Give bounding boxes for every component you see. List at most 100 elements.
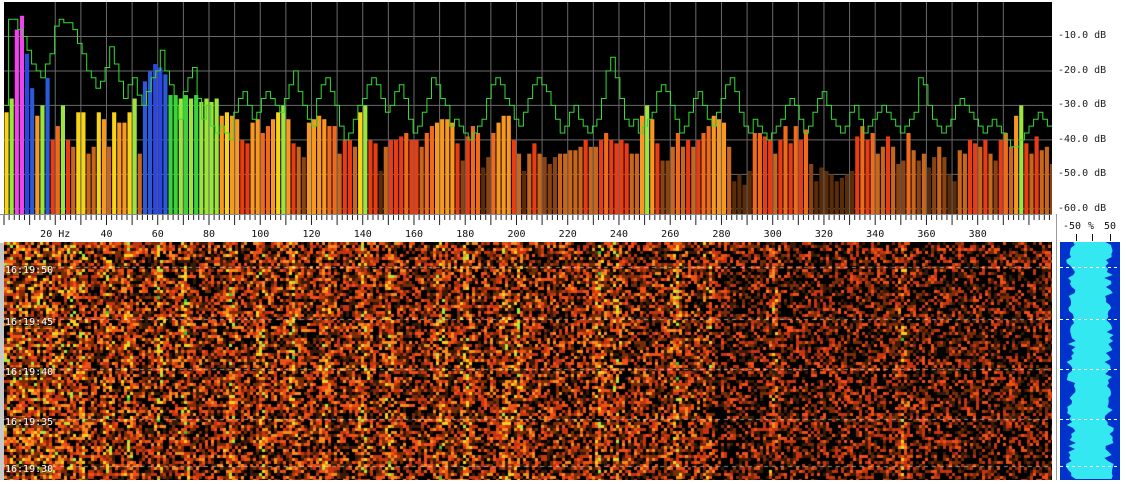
spectrum-bar: [286, 119, 291, 214]
spectrum-bar: [696, 139, 701, 214]
spectrum-bar: [583, 139, 588, 214]
spectrum-bar: [424, 132, 429, 214]
spectrum-bar: [721, 122, 727, 214]
spectrum-bar: [527, 153, 532, 214]
spectrum-bar: [373, 143, 378, 214]
spectrum-bar: [675, 132, 680, 214]
spectrum-bar: [926, 167, 932, 214]
frequency-ticks: [3, 215, 1050, 225]
spectrum-bar: [747, 170, 752, 214]
spectrum-bar: [347, 139, 352, 214]
spectrum-bar: [1044, 146, 1049, 214]
spectrum-bar: [19, 15, 24, 214]
spectrum-bar: [404, 132, 409, 214]
freq-label: 140: [353, 229, 372, 240]
spectrum-bar: [998, 139, 1003, 214]
level-min-label: -50: [1063, 221, 1082, 232]
spectrum-bar: [855, 136, 860, 214]
spectrum-bar: [450, 122, 455, 214]
spectrum-bar: [588, 146, 593, 214]
freq-label: 60: [151, 229, 164, 240]
spectrum-bar: [127, 112, 132, 214]
spectrum-bar: [158, 67, 163, 214]
spectrum-bar: [178, 98, 183, 214]
spectrum-bar: [50, 139, 55, 214]
spectrum-bar: [240, 139, 245, 214]
db-label: -10.0 dB: [1058, 30, 1107, 42]
spectrum-bar: [773, 153, 778, 214]
spectrum-bar: [342, 139, 347, 214]
spectrum-bar: [639, 115, 645, 214]
spectrum-bar: [455, 143, 460, 214]
frequency-ruler[interactable]: 20 Hz 40 60 80 100 120 140 160 180 200 2…: [0, 214, 1052, 243]
spectrum-bar: [814, 181, 819, 214]
spectrum-bar: [624, 143, 629, 214]
spectrum-bar: [988, 153, 993, 214]
spectrum-bar: [768, 139, 773, 214]
spectrum-bar: [486, 157, 491, 214]
spectrum-bar: [716, 119, 721, 214]
spectrum-bar: [1003, 132, 1008, 214]
spectrum-bar: [609, 139, 614, 214]
spectrum-bar: [332, 126, 337, 214]
spectrum-bar: [276, 112, 281, 214]
spectrum-bar: [1019, 105, 1024, 214]
spectrum-bar: [593, 146, 598, 214]
spectrum-bar: [619, 139, 624, 214]
level-meter-trace: [1060, 242, 1120, 479]
spectrum-bar: [803, 129, 809, 214]
freq-label: 200: [507, 229, 526, 240]
spectrum-bar: [501, 115, 506, 214]
level-unit-label: %: [1088, 221, 1095, 232]
spectrum-bar: [537, 153, 542, 214]
spectrum-bar: [322, 119, 327, 214]
spectrum-bar: [978, 146, 983, 214]
waterfall-spectrogram[interactable]: [4, 242, 1052, 480]
spectrum-bar: [388, 139, 393, 214]
spectrum-bar: [752, 132, 757, 214]
spectrum-bar: [1014, 115, 1019, 214]
spectrum-bar: [86, 153, 91, 214]
spectrum-bar: [101, 119, 106, 214]
freq-label: 240: [609, 229, 628, 240]
spectrum-bar: [732, 181, 737, 214]
freq-label: 220: [558, 229, 577, 240]
spectrum-bar: [465, 136, 470, 214]
spectrum-bar: [81, 112, 86, 214]
spectrum-bar: [629, 153, 634, 214]
spectrum-bar: [1039, 150, 1044, 214]
spectrum-bar: [973, 143, 978, 214]
spectrum-bar: [680, 146, 686, 214]
spectrum-bar: [563, 153, 568, 214]
spectrum-bar: [311, 119, 317, 214]
spectrum-bar: [337, 153, 342, 214]
freq-label: 180: [456, 229, 475, 240]
spectrum-bar: [1029, 153, 1034, 214]
spectrum-bar: [168, 95, 173, 214]
spectrum-bar: [850, 170, 855, 214]
spectrum-bar: [762, 136, 768, 214]
db-label: -60.0 dB: [1058, 202, 1107, 214]
spectrum-bar: [434, 122, 440, 214]
freq-label: 100: [251, 229, 270, 240]
spectrum-bar: [122, 122, 127, 214]
spectrum-bar: [281, 105, 286, 214]
freq-label: 380: [968, 229, 987, 240]
spectrum-bar: [163, 74, 168, 214]
spectrum-bar: [655, 143, 660, 214]
spectrum-bar: [660, 160, 665, 214]
spectrum-bar: [4, 112, 9, 214]
spectrum-bar: [839, 177, 844, 214]
spectrum-bar: [778, 139, 783, 214]
spectrum-bar: [511, 139, 516, 214]
spectrum-bar: [327, 126, 332, 214]
spectrum-bar: [419, 146, 424, 214]
spectrum-bar: [757, 132, 762, 214]
spectrum-bar: [532, 143, 537, 214]
spectrum-bar: [491, 132, 496, 214]
freq-label: 340: [866, 229, 885, 240]
spectrum-bar: [937, 146, 942, 214]
spectrum-plot[interactable]: [4, 2, 1052, 214]
spectrum-bar: [250, 122, 255, 214]
db-label: -50.0 dB: [1058, 168, 1107, 180]
